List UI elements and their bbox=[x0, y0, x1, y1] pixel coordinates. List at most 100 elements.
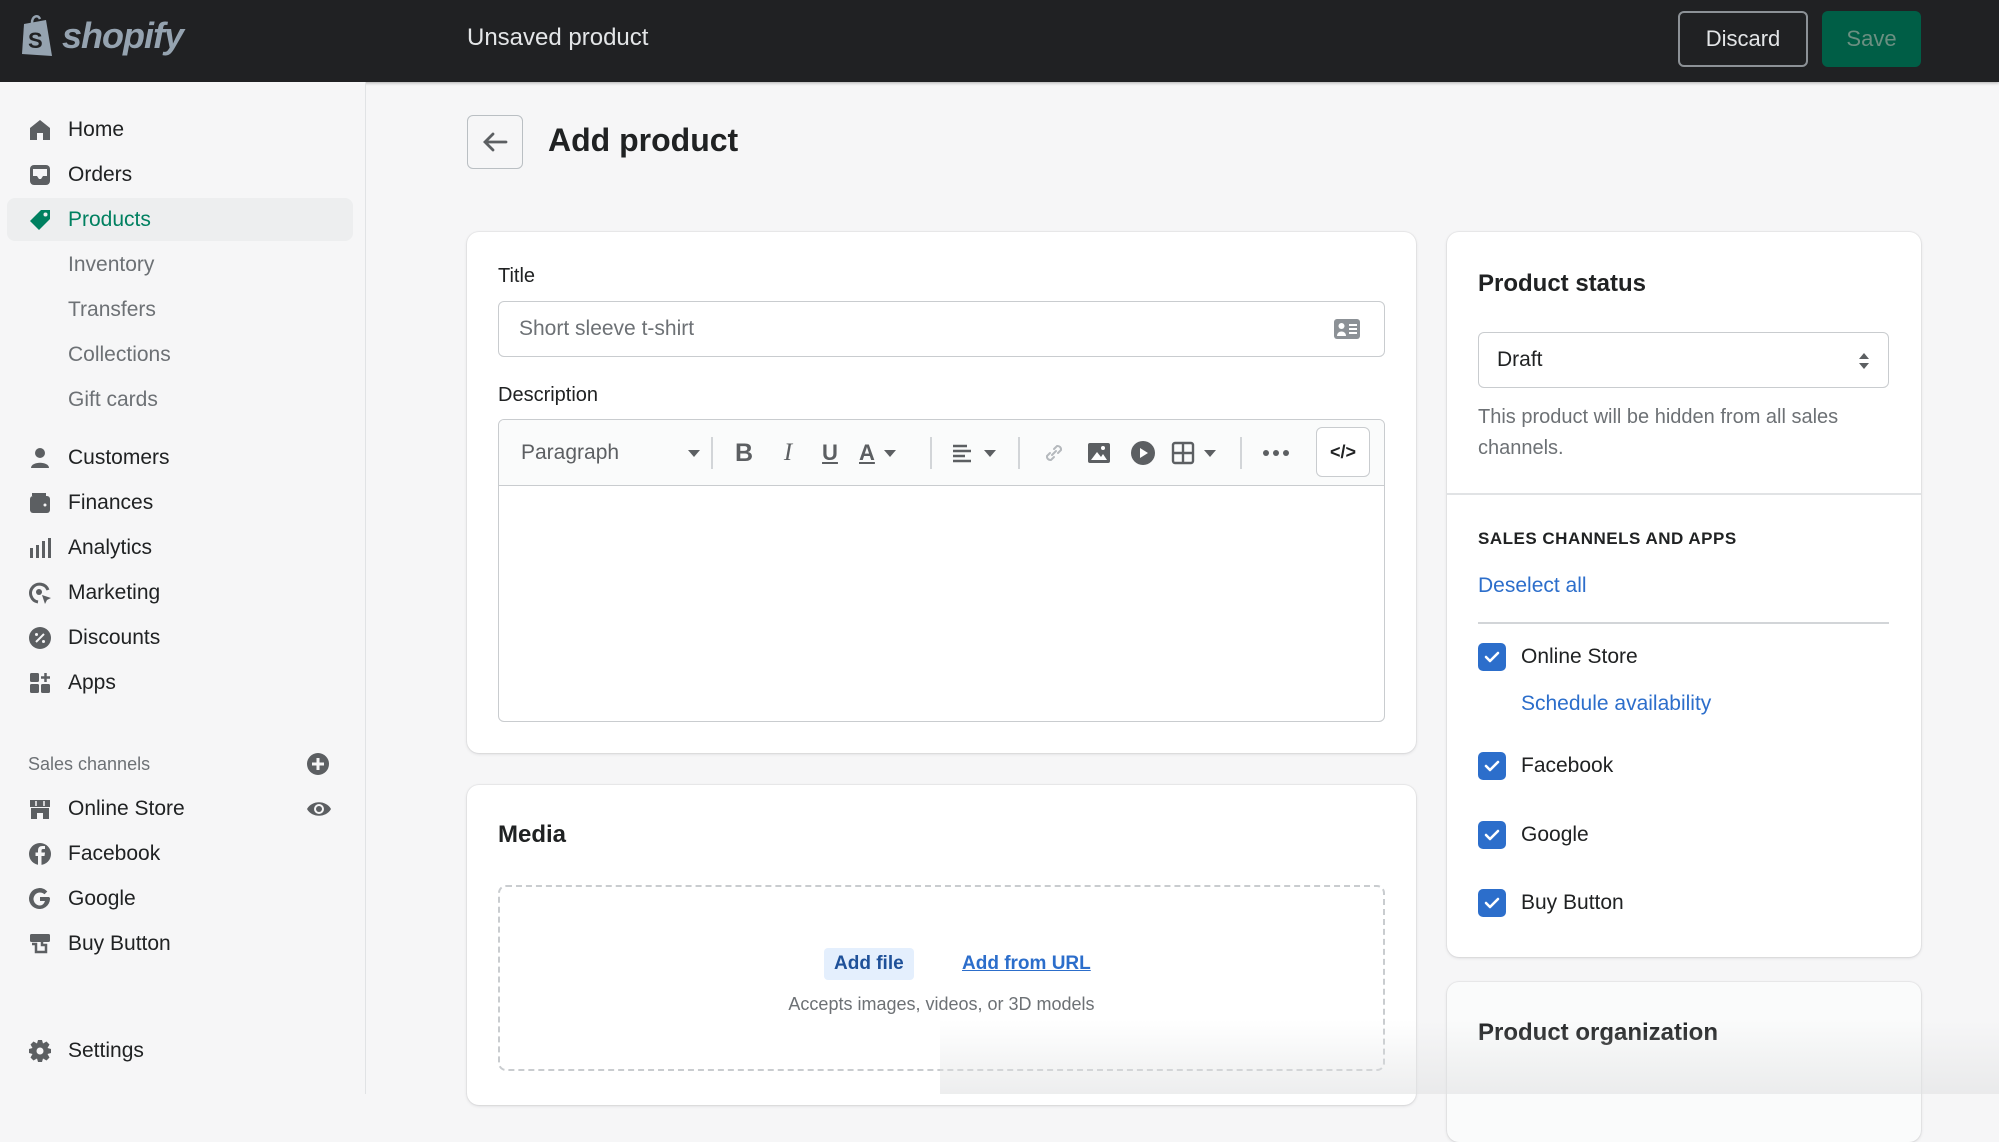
channel-checkbox-google[interactable]: Google bbox=[1478, 820, 1589, 850]
underline-button[interactable]: U bbox=[815, 437, 845, 469]
align-left-icon bbox=[953, 444, 971, 463]
product-details-card: Title Short sleeve t-shirt Description P… bbox=[467, 232, 1416, 753]
checkmark-icon bbox=[1484, 651, 1500, 663]
top-bar: S shopify Unsaved product Discard Save bbox=[0, 0, 1999, 82]
save-button[interactable]: Save bbox=[1822, 11, 1921, 67]
sidebar-subitem-collections[interactable]: Collections bbox=[7, 333, 353, 376]
checkbox-checked[interactable] bbox=[1478, 752, 1506, 780]
deselect-all-link[interactable]: Deselect all bbox=[1478, 574, 1587, 598]
add-channel-icon[interactable] bbox=[306, 752, 332, 778]
back-button[interactable] bbox=[467, 115, 523, 169]
sidebar-channel-online-store[interactable]: Online Store bbox=[7, 787, 353, 830]
text-color-glyph: A bbox=[859, 440, 875, 465]
sidebar-item-products[interactable]: Products bbox=[7, 198, 353, 241]
chevron-down-icon bbox=[883, 450, 896, 457]
sidebar-channel-facebook[interactable]: Facebook bbox=[7, 832, 353, 875]
insert-link-button[interactable] bbox=[1039, 437, 1069, 469]
toolbar-divider bbox=[711, 437, 713, 469]
insert-table-button[interactable] bbox=[1171, 437, 1225, 469]
channel-label: Facebook bbox=[1521, 754, 1614, 777]
view-store-eye-icon[interactable] bbox=[306, 797, 332, 823]
sidebar-item-label: Finances bbox=[68, 490, 154, 514]
add-from-url-link[interactable]: Add from URL bbox=[962, 953, 1091, 975]
media-accepts-hint: Accepts images, videos, or 3D models bbox=[788, 994, 1095, 1014]
media-dropzone[interactable]: Add file Add from URL Accepts images, vi… bbox=[498, 885, 1385, 1071]
section-divider bbox=[1447, 493, 1921, 495]
add-file-button[interactable]: Add file bbox=[824, 948, 914, 980]
wallet-icon bbox=[27, 490, 53, 516]
apps-icon bbox=[27, 670, 53, 696]
chevron-down-icon bbox=[984, 450, 996, 457]
description-textarea[interactable] bbox=[499, 486, 1384, 721]
checkmark-icon bbox=[1484, 897, 1500, 909]
sidebar-subitem-inventory[interactable]: Inventory bbox=[7, 243, 353, 286]
sidebar-item-label: Customers bbox=[68, 445, 170, 469]
sidebar-item-label: Facebook bbox=[68, 841, 161, 865]
status-select-value: Draft bbox=[1497, 348, 1543, 371]
channel-checkbox-facebook[interactable]: Facebook bbox=[1478, 751, 1613, 781]
sidebar-item-settings[interactable]: Settings bbox=[7, 1029, 353, 1072]
channel-checkbox-online-store[interactable]: Online Store bbox=[1478, 642, 1638, 672]
page-title: Add product bbox=[548, 122, 739, 158]
sidebar-subitem-label: Inventory bbox=[68, 252, 155, 276]
show-html-button[interactable]: </> bbox=[1316, 427, 1370, 477]
sidebar-item-analytics[interactable]: Analytics bbox=[7, 526, 353, 569]
insert-video-button[interactable] bbox=[1128, 437, 1158, 469]
channels-divider bbox=[1478, 622, 1889, 624]
checkbox-checked[interactable] bbox=[1478, 821, 1506, 849]
gear-icon bbox=[27, 1038, 53, 1064]
italic-button[interactable]: I bbox=[773, 437, 803, 469]
sidebar-channel-buy-button[interactable]: Buy Button bbox=[7, 922, 353, 965]
sidebar-item-label: Apps bbox=[68, 670, 116, 694]
paragraph-format-select[interactable]: Paragraph bbox=[521, 437, 701, 469]
chevron-down-icon bbox=[688, 450, 700, 457]
text-color-button[interactable]: A bbox=[859, 437, 913, 469]
person-icon bbox=[27, 445, 53, 471]
sidebar-item-home[interactable]: Home bbox=[7, 108, 353, 151]
media-title: Media bbox=[498, 821, 567, 848]
page-context-title: Unsaved product bbox=[467, 24, 649, 51]
sidebar-item-finances[interactable]: Finances bbox=[7, 481, 353, 524]
checkbox-checked[interactable] bbox=[1478, 889, 1506, 917]
chevron-down-icon bbox=[1204, 450, 1216, 457]
sidebar-item-apps[interactable]: Apps bbox=[7, 661, 353, 704]
align-button[interactable] bbox=[951, 437, 1001, 469]
contact-card-icon bbox=[1334, 319, 1360, 345]
sales-channels-apps-heading: SALES CHANNELS AND APPS bbox=[1478, 529, 1737, 548]
sidebar-subitem-transfers[interactable]: Transfers bbox=[7, 288, 353, 331]
channel-checkbox-buy-button[interactable]: Buy Button bbox=[1478, 888, 1624, 918]
title-label: Title bbox=[498, 265, 536, 287]
sidebar-subitem-label: Gift cards bbox=[68, 387, 158, 411]
schedule-availability-link[interactable]: Schedule availability bbox=[1521, 692, 1711, 716]
sidebar-item-marketing[interactable]: Marketing bbox=[7, 571, 353, 614]
more-options-button[interactable] bbox=[1259, 437, 1293, 469]
paragraph-format-label: Paragraph bbox=[521, 441, 620, 464]
description-editor: Paragraph B I U A </> bbox=[498, 419, 1385, 722]
sidebar-item-label: Buy Button bbox=[68, 931, 171, 955]
discount-icon bbox=[27, 625, 53, 651]
status-select[interactable]: Draft bbox=[1478, 332, 1889, 388]
toolbar-divider bbox=[1018, 437, 1020, 469]
sidebar-item-customers[interactable]: Customers bbox=[7, 436, 353, 479]
sidebar-subitem-gift-cards[interactable]: Gift cards bbox=[7, 378, 353, 421]
discard-button[interactable]: Discard bbox=[1678, 11, 1808, 67]
sidebar-item-discounts[interactable]: Discounts bbox=[7, 616, 353, 659]
shopify-logo[interactable]: S shopify bbox=[18, 14, 184, 58]
sidebar-channel-google[interactable]: Google bbox=[7, 877, 353, 920]
checkmark-icon bbox=[1484, 829, 1500, 841]
sidebar-item-label: Online Store bbox=[68, 796, 185, 820]
svg-text:S: S bbox=[28, 28, 43, 53]
description-label: Description bbox=[498, 384, 599, 406]
insert-image-button[interactable] bbox=[1084, 437, 1114, 469]
sidebar-item-label: Google bbox=[68, 886, 136, 910]
bar-chart-icon bbox=[27, 535, 53, 561]
store-icon bbox=[27, 796, 53, 822]
bold-button[interactable]: B bbox=[729, 437, 759, 469]
checkbox-checked[interactable] bbox=[1478, 643, 1506, 671]
sidebar-subitem-label: Collections bbox=[68, 342, 171, 366]
sidebar-item-orders[interactable]: Orders bbox=[7, 153, 353, 196]
select-arrows-icon bbox=[1859, 353, 1869, 369]
status-help-text: This product will be hidden from all sal… bbox=[1478, 406, 1839, 459]
product-organization-card: Product organization bbox=[1447, 982, 1921, 1142]
title-input[interactable]: Short sleeve t-shirt bbox=[498, 301, 1385, 357]
